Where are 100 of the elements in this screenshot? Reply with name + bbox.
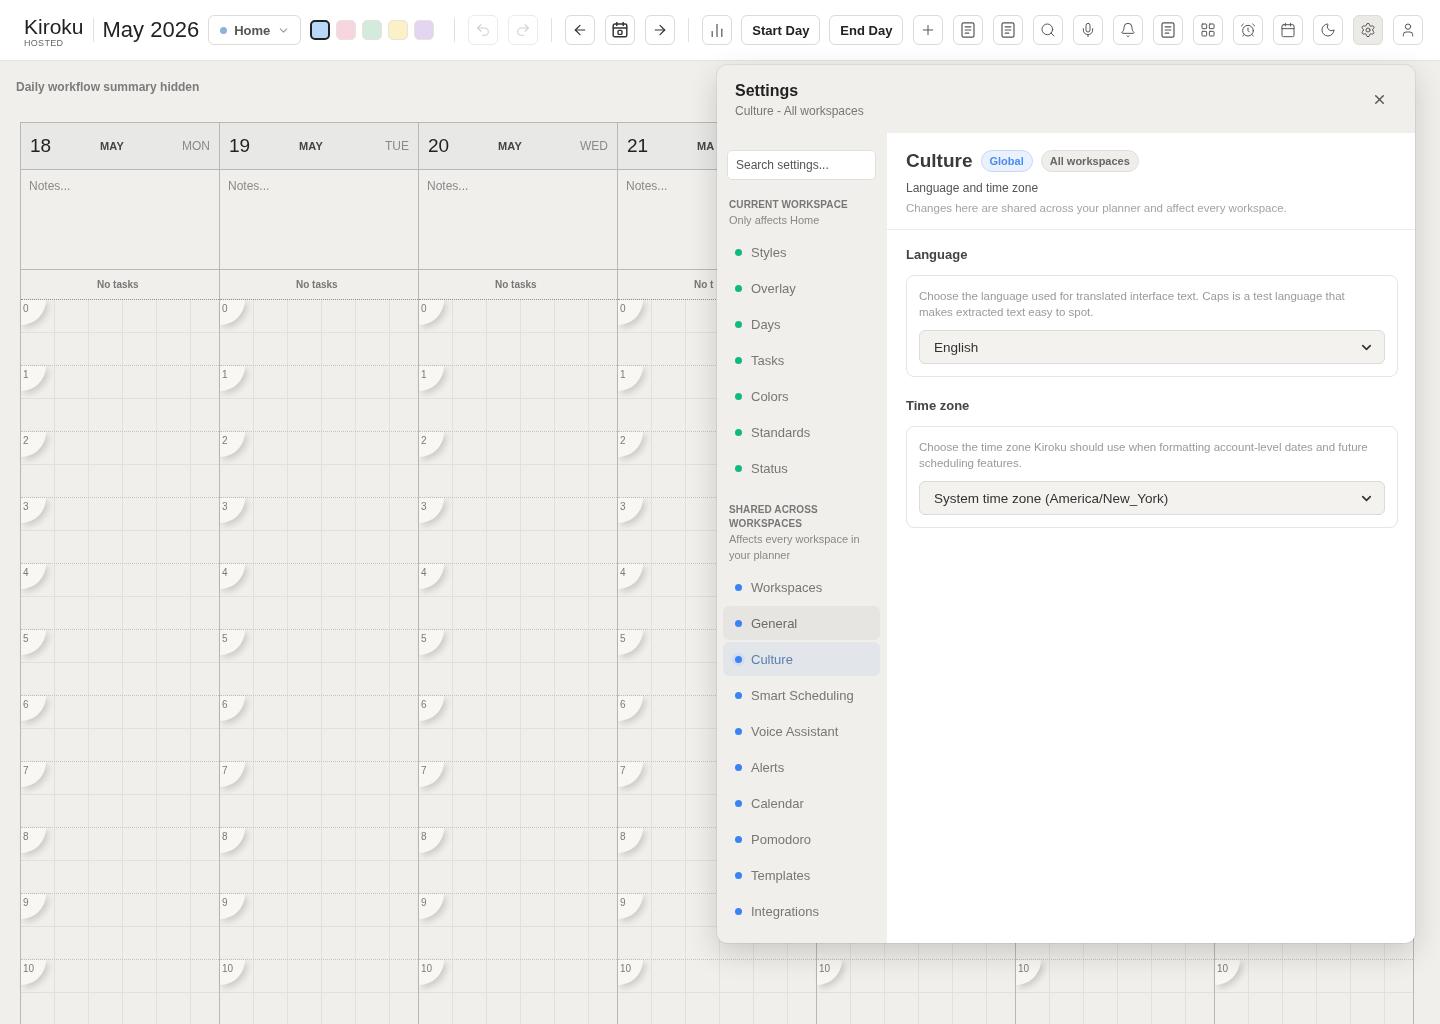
calendar-icon <box>612 22 629 38</box>
theme-button[interactable] <box>1313 15 1344 45</box>
hour-label: 4 <box>419 564 444 589</box>
hour-label: 3 <box>618 498 643 523</box>
redo-icon <box>515 22 532 38</box>
pomodoro-button[interactable] <box>1233 15 1264 45</box>
summary-button[interactable] <box>1153 15 1184 45</box>
hour-label: 1 <box>419 366 444 391</box>
hour-label: 1 <box>618 366 643 391</box>
month-title: May 2026 <box>102 17 200 43</box>
field-label: Language <box>906 246 969 264</box>
nav-item[interactable]: Templates <box>723 858 880 892</box>
end-day-button[interactable]: End Day <box>829 15 904 45</box>
nav-item[interactable]: Days <box>723 307 880 341</box>
stats-button[interactable] <box>702 15 733 45</box>
profile-button[interactable] <box>1393 15 1424 45</box>
alarm-clock-icon <box>1240 22 1257 38</box>
hour-label: 2 <box>618 432 643 457</box>
hour-label: 3 <box>21 498 46 523</box>
document-icon <box>1000 22 1017 38</box>
hour-label: 9 <box>419 894 444 919</box>
document-icon <box>1160 22 1177 38</box>
group-heading: CURRENT WORKSPACE <box>728 198 849 212</box>
bell-icon <box>1120 22 1137 38</box>
nav-item[interactable]: Voice Assistant <box>723 714 880 748</box>
hour-label: 10 <box>21 960 46 985</box>
hour-label: 7 <box>618 762 643 787</box>
day-weekday: TUE <box>385 139 409 153</box>
day-weekday: WED <box>580 139 608 153</box>
calendar-icon <box>1280 22 1297 38</box>
group-note: Affects every workspace in your planner <box>728 532 861 563</box>
tasks-status: No t <box>694 279 714 290</box>
dot-icon <box>220 26 228 34</box>
workspace-menu[interactable]: Home <box>208 15 302 45</box>
grid-icon <box>1200 22 1217 38</box>
field-description: Choose the time zone Kiroku should use when formatting account-level dates and future scheduling features. <box>919 440 1369 471</box>
day-number: 19 <box>229 135 252 157</box>
notes-field[interactable]: Notes... <box>220 170 418 269</box>
settings-button[interactable] <box>1353 15 1384 45</box>
nav-item[interactable]: Overlay <box>723 271 880 305</box>
calendar-button[interactable] <box>1273 15 1304 45</box>
section-title: Culture <box>906 150 973 172</box>
hour-label: 5 <box>220 630 245 655</box>
select-field[interactable]: English <box>919 330 1385 364</box>
alerts-button[interactable] <box>1113 15 1144 45</box>
hour-label: 6 <box>220 696 245 721</box>
hour-label: 2 <box>419 432 444 457</box>
color-swatch[interactable] <box>310 20 331 40</box>
hour-label: 0 <box>419 300 444 325</box>
today-button[interactable] <box>605 15 636 45</box>
hour-label: 1 <box>21 366 46 391</box>
nav-item[interactable]: Standards <box>723 415 880 449</box>
day-number: 20 <box>428 135 451 157</box>
hour-label: 8 <box>618 828 643 853</box>
nav-item[interactable]: Calendar <box>723 786 880 820</box>
nav-item[interactable]: Culture <box>723 642 880 676</box>
start-day-button[interactable]: Start Day <box>741 15 821 45</box>
select-field[interactable]: System time zone (America/New_York) <box>919 481 1385 515</box>
hour-label: 10 <box>1016 960 1041 985</box>
search-button[interactable] <box>1033 15 1064 45</box>
nav-item[interactable]: Workspaces <box>723 570 880 604</box>
nav-item[interactable]: Status <box>723 451 880 485</box>
previous-button[interactable] <box>565 15 596 45</box>
voice-button[interactable] <box>1073 15 1104 45</box>
nav-item[interactable]: General <box>723 606 880 640</box>
notes-button[interactable] <box>953 15 984 45</box>
hour-label: 2 <box>21 432 46 457</box>
app-logo: Kiroku <box>24 15 84 38</box>
hour-label: 7 <box>220 762 245 787</box>
hour-label: 8 <box>419 828 444 853</box>
panel-title: Settings <box>735 81 800 100</box>
section-description: Changes here are shared across your planner and affect every workspace. <box>906 201 1288 215</box>
nav-item[interactable]: Alerts <box>723 750 880 784</box>
hour-label: 2 <box>220 432 245 457</box>
hour-label: 9 <box>220 894 245 919</box>
moon-icon <box>1320 22 1337 38</box>
nav-item[interactable]: Styles <box>723 235 880 269</box>
add-button[interactable] <box>913 15 944 45</box>
hour-label: 5 <box>618 630 643 655</box>
nav-item[interactable]: Integrations <box>723 894 880 928</box>
journal-button[interactable] <box>993 15 1024 45</box>
nav-item[interactable]: Smart Scheduling <box>723 678 880 712</box>
undo-icon <box>475 22 492 38</box>
notes-field[interactable]: Notes... <box>419 170 617 269</box>
group-heading: SHARED ACROSS WORKSPACES <box>728 503 819 531</box>
day-month: MAY <box>299 140 324 152</box>
next-button[interactable] <box>645 15 676 45</box>
nav-item[interactable]: Tasks <box>723 343 880 377</box>
day-number: 18 <box>30 135 53 157</box>
hour-label: 9 <box>21 894 46 919</box>
settings-icon <box>1360 22 1377 38</box>
hour-label: 10 <box>618 960 643 985</box>
notes-field[interactable]: Notes... <box>618 170 717 269</box>
nav-item[interactable]: Pomodoro <box>723 822 880 856</box>
hour-label: 3 <box>220 498 245 523</box>
notes-field[interactable]: Notes... <box>21 170 219 269</box>
nav-item[interactable]: Colors <box>723 379 880 413</box>
summary-toggle[interactable]: Daily workflow summary hidden <box>16 80 200 94</box>
apps-button[interactable] <box>1193 15 1224 45</box>
search-field[interactable]: Search settings... <box>727 150 876 180</box>
